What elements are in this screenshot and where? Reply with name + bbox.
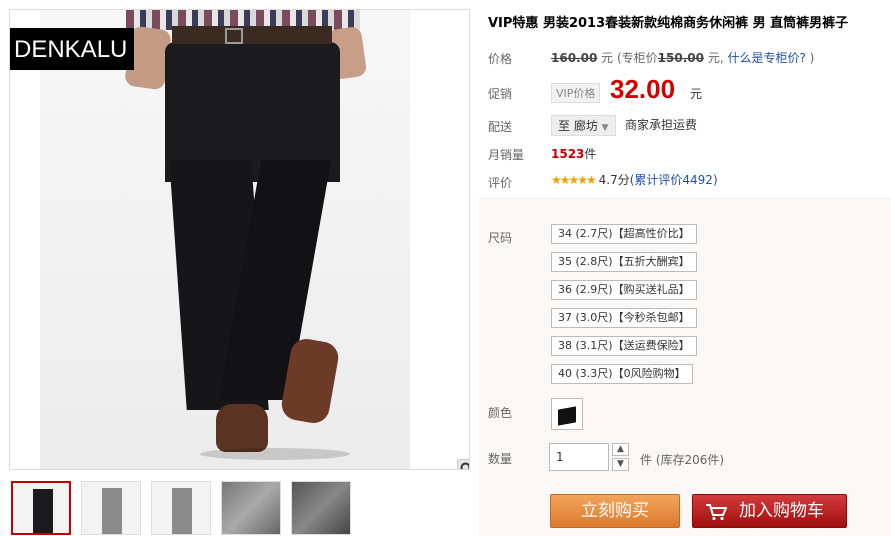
zoom-button[interactable] bbox=[457, 459, 469, 469]
stock-row: 件 (库存206件) bbox=[640, 451, 724, 468]
sales-count: 1523 bbox=[551, 147, 585, 161]
counter-price-close: ) bbox=[809, 51, 815, 65]
counter-price-prefix: (专柜价 bbox=[616, 51, 658, 65]
color-label: 颜色 bbox=[488, 406, 513, 420]
quantity-input[interactable]: 1 bbox=[549, 443, 609, 471]
floor-shadow bbox=[200, 448, 350, 460]
size-label: 尺码 bbox=[488, 231, 513, 245]
price-label: 价格 bbox=[488, 52, 513, 66]
belt bbox=[172, 26, 332, 44]
stock-text: (库存206件) bbox=[655, 453, 725, 467]
promo-label: 促销 bbox=[488, 87, 513, 101]
color-swatch-black[interactable] bbox=[551, 398, 583, 430]
left-shoe bbox=[216, 404, 268, 452]
size-option-38[interactable]: 38 (3.1尺)【送运费保险】 bbox=[551, 336, 697, 356]
chevron-down-icon: ▼ bbox=[601, 123, 609, 133]
thumbnail-3[interactable] bbox=[151, 481, 211, 535]
quantity-label: 数量 bbox=[488, 452, 513, 466]
price-row: 160.00 元 (专柜价150.00 元, 什么是专柜价? ) bbox=[551, 49, 814, 66]
main-product-image[interactable]: DENKALU bbox=[9, 9, 470, 470]
thumbnail-2[interactable] bbox=[81, 481, 141, 535]
original-price: 160.00 bbox=[551, 51, 598, 65]
counter-price: 150.00 bbox=[657, 51, 704, 65]
ship-destination: 至 廊坊 bbox=[558, 119, 598, 133]
buy-now-button[interactable]: 立刻购买 bbox=[550, 494, 680, 528]
brand-logo-text: DENKALU bbox=[14, 36, 128, 63]
rating-label: 评价 bbox=[488, 176, 513, 190]
size-option-40[interactable]: 40 (3.3尺)【0风险购物】 bbox=[551, 364, 693, 384]
sales-row: 1523件 bbox=[551, 145, 596, 162]
shopping-cart-icon bbox=[706, 504, 727, 521]
add-to-cart-button[interactable]: 加入购物车 bbox=[692, 494, 847, 528]
add-to-cart-label: 加入购物车 bbox=[739, 501, 824, 521]
rating-row: ★★★★★ 4.7分(累计评价4492) bbox=[551, 171, 718, 188]
magnifier-icon bbox=[460, 462, 469, 469]
quantity-unit: 件 bbox=[640, 453, 653, 467]
quantity-increase-button[interactable]: ▲ bbox=[612, 443, 629, 456]
size-option-36[interactable]: 36 (2.9尺)【购买送礼品】 bbox=[551, 280, 697, 300]
rating-count-link[interactable]: (累计评价4492) bbox=[630, 173, 718, 187]
vip-price-tag: VIP价格 bbox=[551, 83, 601, 103]
thumbnail-4[interactable] bbox=[221, 481, 281, 535]
product-title: VIP特惠 男装2013春装新款纯棉商务休闲裤 男 直筒裤男裤子 bbox=[488, 16, 849, 31]
size-option-35[interactable]: 35 (2.8尺)【五折大酬宾】 bbox=[551, 252, 697, 272]
quantity-decrease-button[interactable]: ▼ bbox=[612, 458, 629, 471]
star-rating-icon: ★★★★★ bbox=[551, 173, 597, 187]
thumbnail-5[interactable] bbox=[291, 481, 351, 535]
ship-label: 配送 bbox=[488, 120, 513, 134]
counter-price-suffix: 元, bbox=[707, 51, 724, 65]
promo-price: 32.00 bbox=[610, 74, 676, 104]
ship-note: 商家承担运费 bbox=[625, 118, 698, 132]
rating-score: 4.7分 bbox=[598, 173, 630, 187]
promo-unit: 元 bbox=[690, 87, 703, 101]
counter-price-help-link[interactable]: 什么是专柜价? bbox=[727, 51, 805, 65]
sales-unit: 件 bbox=[584, 147, 597, 161]
size-option-34[interactable]: 34 (2.7尺)【超高性价比】 bbox=[551, 224, 697, 244]
thumbnail-1[interactable] bbox=[11, 481, 71, 535]
belt-buckle bbox=[225, 28, 243, 44]
sales-label: 月销量 bbox=[488, 148, 525, 162]
size-option-37[interactable]: 37 (3.0尺)【今秒杀包邮】 bbox=[551, 308, 697, 328]
thumbnail-strip bbox=[11, 481, 351, 535]
yuan-unit: 元 bbox=[601, 51, 614, 65]
brand-logo: DENKALU bbox=[10, 28, 134, 70]
ship-destination-select[interactable]: 至 廊坊 ▼ bbox=[551, 115, 616, 136]
